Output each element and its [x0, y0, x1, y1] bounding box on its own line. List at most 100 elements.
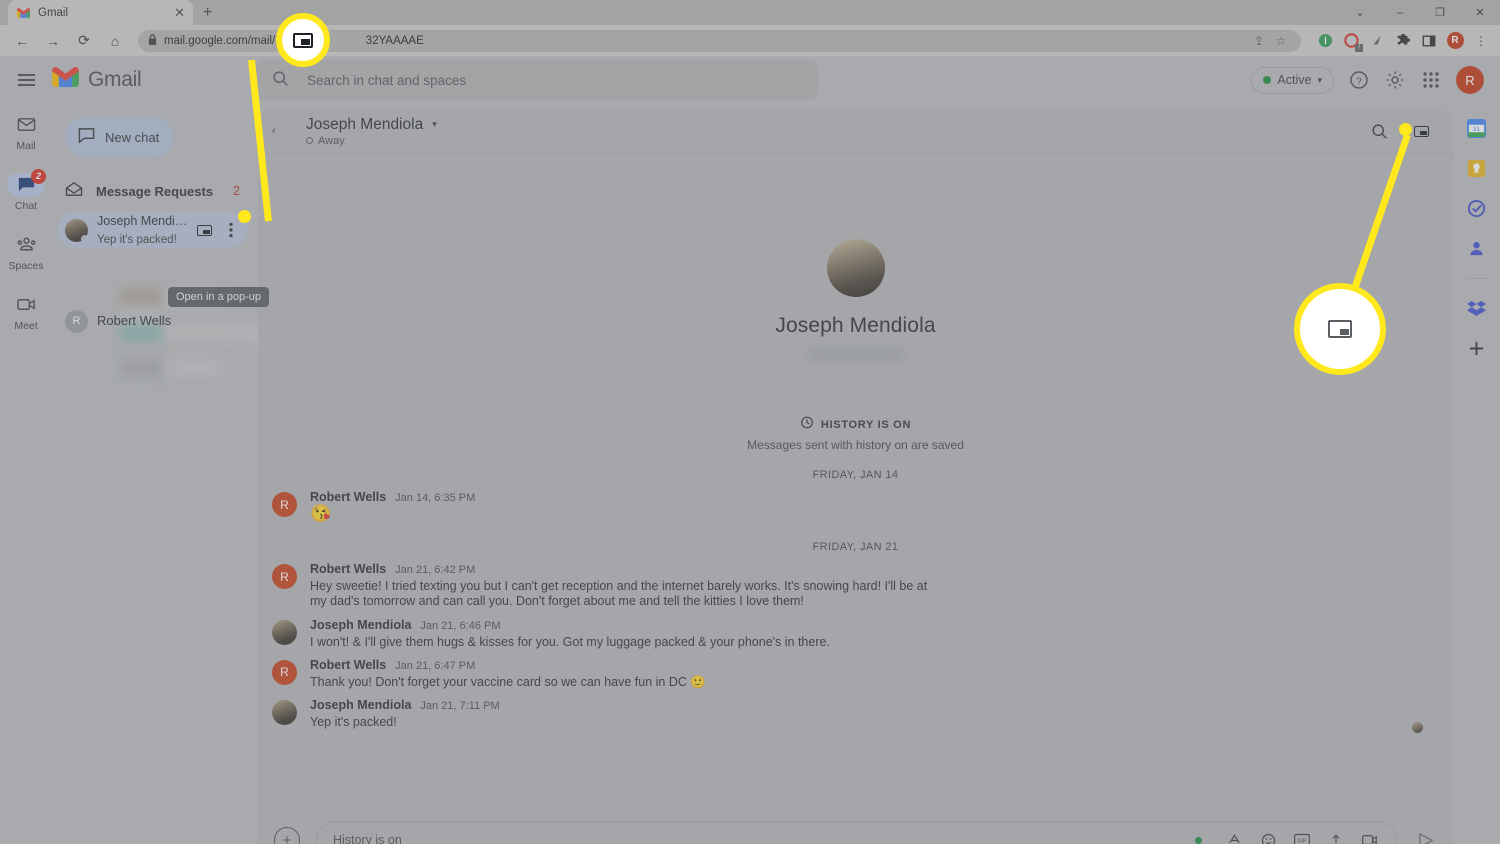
list-item[interactable]: R Robert Wells	[57, 303, 248, 339]
popout-icon	[293, 32, 313, 48]
history-on-dot-icon	[1195, 836, 1202, 844]
format-text-icon[interactable]	[1224, 830, 1244, 844]
message-timestamp: Jan 21, 7:11 PM	[420, 700, 500, 712]
message: Joseph Mendiola Jan 21, 7:11 PM Yep it's…	[258, 698, 1453, 733]
search-icon[interactable]	[1369, 121, 1389, 141]
gmail-m-icon	[52, 67, 79, 93]
browser-tab[interactable]: Gmail ✕	[8, 0, 193, 25]
history-clock-icon	[800, 415, 814, 434]
new-chat-button[interactable]: New chat	[65, 117, 173, 157]
minimize-icon[interactable]: –	[1380, 7, 1420, 19]
account-avatar[interactable]: R	[1456, 66, 1484, 94]
message-emoji: 😘	[310, 504, 332, 523]
chevron-down-icon[interactable]: ⌄	[1340, 6, 1380, 19]
conversation-name: Joseph Mendiola	[306, 115, 424, 133]
chat-list-panel: New chat Message Requests 2 Joseph Mendi…	[52, 104, 264, 844]
calendar-icon[interactable]: 31	[1466, 118, 1487, 139]
spaces-icon	[11, 233, 41, 257]
settings-gear-icon[interactable]	[1384, 69, 1406, 91]
read-receipt-avatar	[1412, 722, 1423, 733]
apps-grid-icon[interactable]	[1420, 69, 1442, 91]
share-icon[interactable]: ⇪	[1249, 34, 1269, 48]
browser-profile-avatar[interactable]: R	[1444, 30, 1466, 52]
conversation-title[interactable]: Joseph Mendiola ▾	[306, 116, 437, 134]
help-icon[interactable]: ?	[1348, 69, 1370, 91]
annotation-dot-top	[238, 210, 251, 223]
upload-icon[interactable]	[1326, 830, 1346, 844]
highlight-callout-popout-top	[276, 13, 330, 67]
tooltip: Open in a pop-up	[168, 287, 270, 307]
main-menu-icon[interactable]	[0, 74, 52, 86]
conversation-panel: ‹ Joseph Mendiola ▾ Away Joseph Mendiola…	[258, 109, 1453, 844]
maximize-icon[interactable]: ❐	[1420, 6, 1460, 19]
home-icon[interactable]: ⌂	[101, 29, 129, 53]
emoji-icon[interactable]	[1258, 830, 1278, 844]
close-window-icon[interactable]: ✕	[1460, 6, 1500, 19]
popout-icon[interactable]	[1411, 121, 1431, 141]
avatar	[65, 218, 88, 242]
sidebar-item-spaces[interactable]: Spaces	[0, 224, 52, 280]
close-icon[interactable]: ✕	[174, 6, 185, 19]
search-placeholder: Search in chat and spaces	[307, 72, 467, 88]
sidebar-item-mail[interactable]: Mail	[0, 104, 52, 160]
svg-text:GIF: GIF	[1298, 838, 1308, 844]
popout-icon[interactable]	[195, 224, 213, 236]
popout-icon	[1328, 320, 1352, 338]
message-requests-header[interactable]: Message Requests 2	[52, 174, 253, 208]
message-sender: Robert Wells	[310, 562, 387, 576]
back-icon[interactable]: ←	[8, 29, 36, 53]
avatar: R	[65, 309, 88, 333]
day-separator: FRIDAY, JAN 14	[812, 469, 899, 481]
search-input[interactable]: Search in chat and spaces	[256, 60, 819, 100]
forward-icon[interactable]: →	[39, 29, 67, 53]
sidebar-item-meet[interactable]: Meet	[0, 284, 52, 340]
chevron-down-icon[interactable]: ▾	[432, 119, 437, 130]
status-dot-icon	[1263, 76, 1272, 84]
message-input[interactable]: History is on GIF	[316, 821, 1397, 844]
sidepanel-icon[interactable]	[1418, 30, 1440, 52]
back-icon[interactable]: ‹	[272, 125, 294, 137]
browser-menu-icon[interactable]: ⋮	[1470, 30, 1492, 52]
contacts-icon[interactable]	[1466, 238, 1487, 259]
bookmark-star-icon[interactable]: ☆	[1271, 34, 1291, 48]
status-badge[interactable]: Active ▾	[1251, 66, 1334, 94]
browser-toolbar: ← → ⟳ ⌂ mail.google.com/mail/u/0/# 32YAA…	[0, 25, 1500, 56]
message-text: Hey sweetie! I tried texting you but I c…	[310, 579, 928, 609]
alert-extension-icon[interactable]: !	[1340, 30, 1363, 52]
sidebar-item-chat[interactable]: 2 Chat	[0, 164, 52, 220]
message-requests-label: Message Requests	[96, 183, 214, 199]
message-composer: + History is on GIF	[258, 821, 1453, 844]
gif-icon[interactable]: GIF	[1292, 830, 1312, 844]
reload-icon[interactable]: ⟳	[70, 29, 98, 53]
puzzle-extension-icon[interactable]	[1392, 30, 1414, 52]
new-tab-button[interactable]: +	[203, 5, 212, 21]
list-item[interactable]: Joseph Mendi… Yep it's packed!	[57, 212, 248, 248]
new-chat-label: New chat	[105, 129, 160, 145]
day-separator: FRIDAY, JAN 21	[812, 541, 899, 553]
tasks-icon[interactable]	[1466, 198, 1487, 219]
avatar-initial: R	[72, 315, 81, 327]
add-addon-icon[interactable]	[1466, 338, 1487, 359]
more-vertical-icon[interactable]	[222, 222, 240, 238]
message-requests-count: 2	[233, 184, 240, 198]
dark-mode-icon[interactable]	[1366, 30, 1388, 52]
avatar: R	[272, 564, 297, 589]
dropbox-icon[interactable]	[1466, 298, 1487, 319]
gmail-logo[interactable]: Gmail	[52, 67, 222, 93]
message-sender: Robert Wells	[310, 490, 387, 504]
message-text: Thank you! Don't forget your vaccine car…	[310, 674, 706, 689]
sync-icon[interactable]	[1314, 30, 1336, 52]
sidebar-item-label: Spaces	[8, 259, 44, 272]
avatar	[826, 239, 885, 297]
envelope-open-icon	[65, 181, 83, 202]
message-timestamp: Jan 21, 6:46 PM	[420, 619, 501, 632]
browser-tab-title: Gmail	[38, 6, 69, 19]
message: R Robert Wells Jan 21, 6:47 PM Thank you…	[258, 658, 1453, 690]
video-icon[interactable]	[1360, 830, 1380, 844]
plus-circle-icon[interactable]: +	[274, 827, 300, 844]
message-sender: Joseph Mendiola	[310, 698, 412, 712]
svg-text:?: ?	[1356, 77, 1362, 88]
keep-icon[interactable]	[1466, 158, 1487, 179]
send-icon[interactable]	[1413, 831, 1437, 844]
svg-text:31: 31	[1473, 126, 1481, 133]
